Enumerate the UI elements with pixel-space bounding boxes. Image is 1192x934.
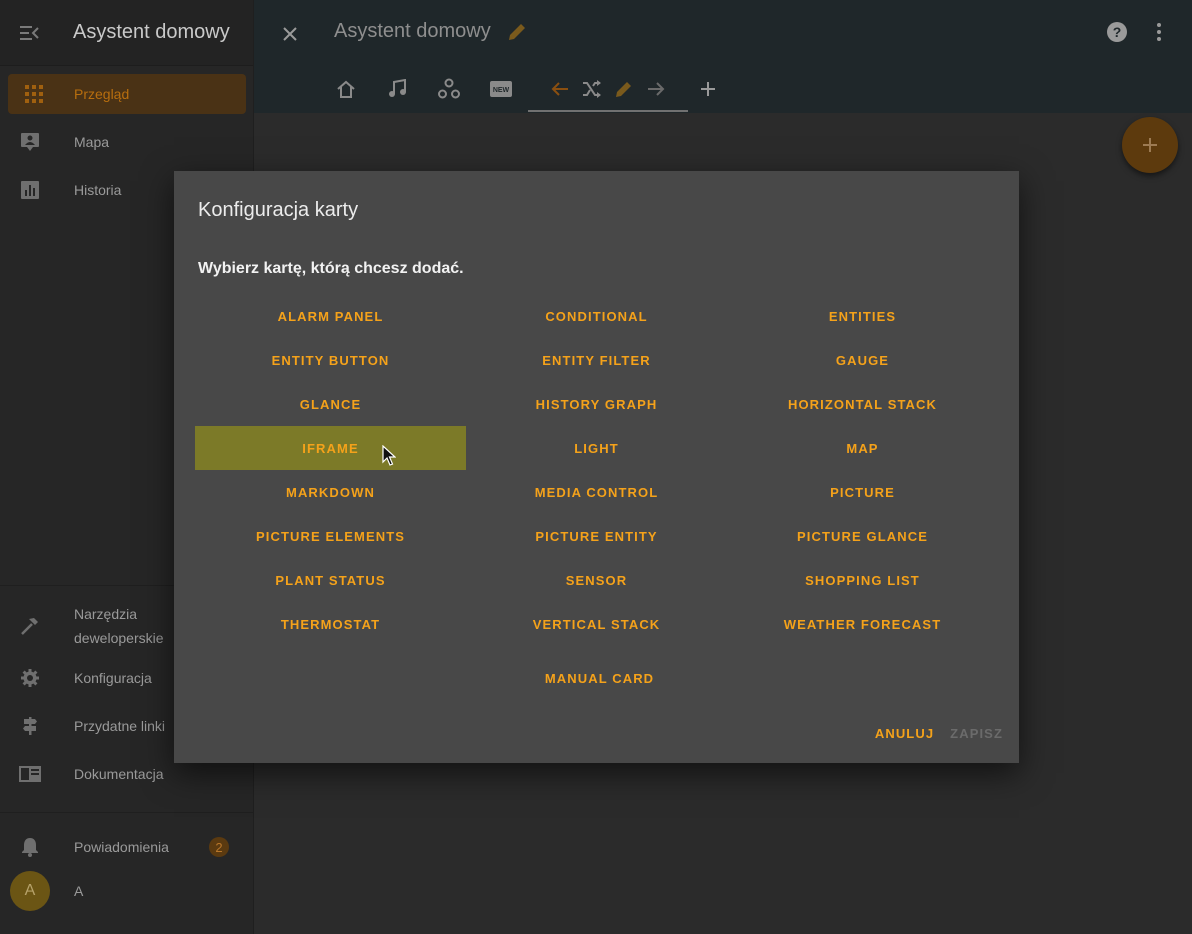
map-account-icon bbox=[0, 132, 60, 152]
tab-hub[interactable] bbox=[429, 74, 469, 104]
card-type-entities-button[interactable]: ENTITIES bbox=[727, 294, 998, 338]
sidebar-title: Asystent domowy bbox=[73, 21, 230, 43]
card-type-map-button[interactable]: MAP bbox=[727, 426, 998, 470]
card-type-sensor-button[interactable]: SENSOR bbox=[466, 558, 727, 602]
pencil-icon bbox=[509, 24, 525, 40]
card-type-picture-button[interactable]: PICTURE bbox=[727, 470, 998, 514]
sidebar-item-powiadomienia[interactable]: Powiadomienia 2 bbox=[0, 827, 253, 867]
sidebar-item-label: Narzędzia deweloperskie bbox=[74, 606, 164, 646]
sidebar-divider bbox=[0, 812, 253, 813]
card-type-light-button[interactable]: LIGHT bbox=[466, 426, 727, 470]
shuffle-icon bbox=[583, 80, 601, 98]
card-type-alarm-panel-button[interactable]: ALARM PANEL bbox=[195, 294, 466, 338]
home-icon bbox=[337, 80, 355, 98]
pencil-icon bbox=[616, 82, 631, 97]
menu-toggle-button[interactable] bbox=[0, 0, 60, 66]
dialog-subtitle: Wybierz kartę, którą chcesz dodać. bbox=[198, 260, 464, 277]
sidebar-item-label: Mapa bbox=[74, 134, 110, 150]
dashboard-title: Asystent domowy bbox=[334, 20, 491, 42]
sidebar-item-user[interactable]: A A bbox=[0, 871, 253, 911]
card-type-grid: ALARM PANEL CONDITIONAL ENTITIES ENTITY BUT… bbox=[195, 294, 995, 646]
help-circle-icon: ? bbox=[1107, 22, 1127, 42]
card-type-gauge-button[interactable]: GAUGE bbox=[727, 338, 998, 382]
add-tab-button[interactable] bbox=[688, 74, 728, 104]
card-config-dialog: Konfiguracja karty Wybierz kartę, którą … bbox=[174, 171, 1019, 763]
card-type-horizontal-stack-button[interactable]: HORIZONTAL STACK bbox=[727, 382, 998, 426]
gear-icon bbox=[0, 668, 60, 688]
card-type-vertical-stack-button[interactable]: VERTICAL STACK bbox=[466, 602, 727, 646]
card-type-conditional-button[interactable]: CONDITIONAL bbox=[466, 294, 727, 338]
card-type-media-control-button[interactable]: MEDIA CONTROL bbox=[466, 470, 727, 514]
notification-count-badge: 2 bbox=[209, 837, 229, 857]
plus-icon bbox=[701, 82, 715, 96]
dots-vertical-icon bbox=[1157, 23, 1161, 41]
move-tab-right-button[interactable] bbox=[636, 74, 676, 104]
avatar-wrapper: A bbox=[0, 871, 60, 911]
manual-card-button[interactable]: MANUAL CARD bbox=[469, 656, 730, 700]
menu-open-icon bbox=[20, 25, 39, 40]
save-button[interactable]: ZAPISZ bbox=[950, 726, 1003, 741]
card-type-history-graph-button[interactable]: HISTORY GRAPH bbox=[466, 382, 727, 426]
sidebar-item-label: Przydatne linki bbox=[74, 718, 166, 734]
card-type-iframe-button[interactable]: IFRAME bbox=[195, 426, 466, 470]
mouse-cursor-icon bbox=[382, 445, 396, 466]
sidebar-item-label: Powiadomienia bbox=[74, 839, 169, 855]
cancel-button[interactable]: ANULUJ bbox=[875, 726, 934, 741]
sidebar-item-label: Konfiguracja bbox=[74, 670, 152, 686]
card-type-thermostat-button[interactable]: THERMOSTAT bbox=[195, 602, 466, 646]
more-menu-button[interactable] bbox=[1147, 20, 1171, 49]
edit-title-button[interactable] bbox=[506, 21, 528, 48]
sidebar-item-label: Historia bbox=[74, 182, 122, 198]
card-type-markdown-button[interactable]: MARKDOWN bbox=[195, 470, 466, 514]
plus-icon bbox=[1143, 138, 1157, 152]
card-type-picture-elements-button[interactable]: PICTURE ELEMENTS bbox=[195, 514, 466, 558]
new-box-icon: NEW bbox=[490, 81, 512, 97]
help-button[interactable]: ? bbox=[1105, 20, 1129, 49]
sidebar-header: Asystent domowy bbox=[0, 0, 253, 66]
chart-icon bbox=[0, 181, 60, 199]
dialog-actions: ANULUJ ZAPISZ bbox=[875, 726, 1003, 741]
bell-icon bbox=[0, 837, 60, 857]
hammer-icon bbox=[0, 616, 60, 636]
tab-home[interactable] bbox=[326, 74, 366, 104]
svg-text:?: ? bbox=[1113, 24, 1122, 40]
card-type-entity-filter-button[interactable]: ENTITY FILTER bbox=[466, 338, 727, 382]
avatar: A bbox=[10, 871, 50, 911]
dialog-title: Konfiguracja karty bbox=[198, 199, 359, 221]
arrow-right-icon bbox=[648, 82, 665, 96]
add-card-fab[interactable] bbox=[1122, 117, 1178, 173]
tab-new[interactable]: NEW bbox=[481, 74, 521, 104]
card-type-plant-status-button[interactable]: PLANT STATUS bbox=[195, 558, 466, 602]
sidebar-item-label: Dokumentacja bbox=[74, 766, 164, 782]
card-type-entity-button-button[interactable]: ENTITY BUTTON bbox=[195, 338, 466, 382]
music-note-icon bbox=[389, 79, 406, 97]
tab-music[interactable] bbox=[377, 74, 417, 104]
user-name: A bbox=[74, 883, 84, 899]
card-type-weather-forecast-button[interactable]: WEATHER FORECAST bbox=[727, 602, 998, 646]
app-header: Asystent domowy ? NEW bbox=[254, 0, 1192, 113]
grid-icon bbox=[8, 85, 60, 103]
card-type-glance-button[interactable]: GLANCE bbox=[195, 382, 466, 426]
close-icon bbox=[283, 27, 297, 41]
signpost-icon bbox=[0, 716, 60, 736]
arrow-left-icon bbox=[551, 82, 568, 96]
active-tab-indicator bbox=[528, 110, 688, 112]
card-type-picture-glance-button[interactable]: PICTURE GLANCE bbox=[727, 514, 998, 558]
close-edit-button[interactable] bbox=[276, 20, 304, 48]
card-type-picture-entity-button[interactable]: PICTURE ENTITY bbox=[466, 514, 727, 558]
sidebar-item-mapa[interactable]: Mapa bbox=[0, 122, 253, 162]
sidebar-item-label: Przegląd bbox=[74, 86, 130, 102]
hub-icon bbox=[438, 78, 460, 99]
book-icon bbox=[0, 766, 60, 782]
card-type-shopping-list-button[interactable]: SHOPPING LIST bbox=[727, 558, 998, 602]
svg-text:NEW: NEW bbox=[493, 87, 510, 94]
sidebar-item-przeglad[interactable]: Przegląd bbox=[8, 74, 246, 114]
